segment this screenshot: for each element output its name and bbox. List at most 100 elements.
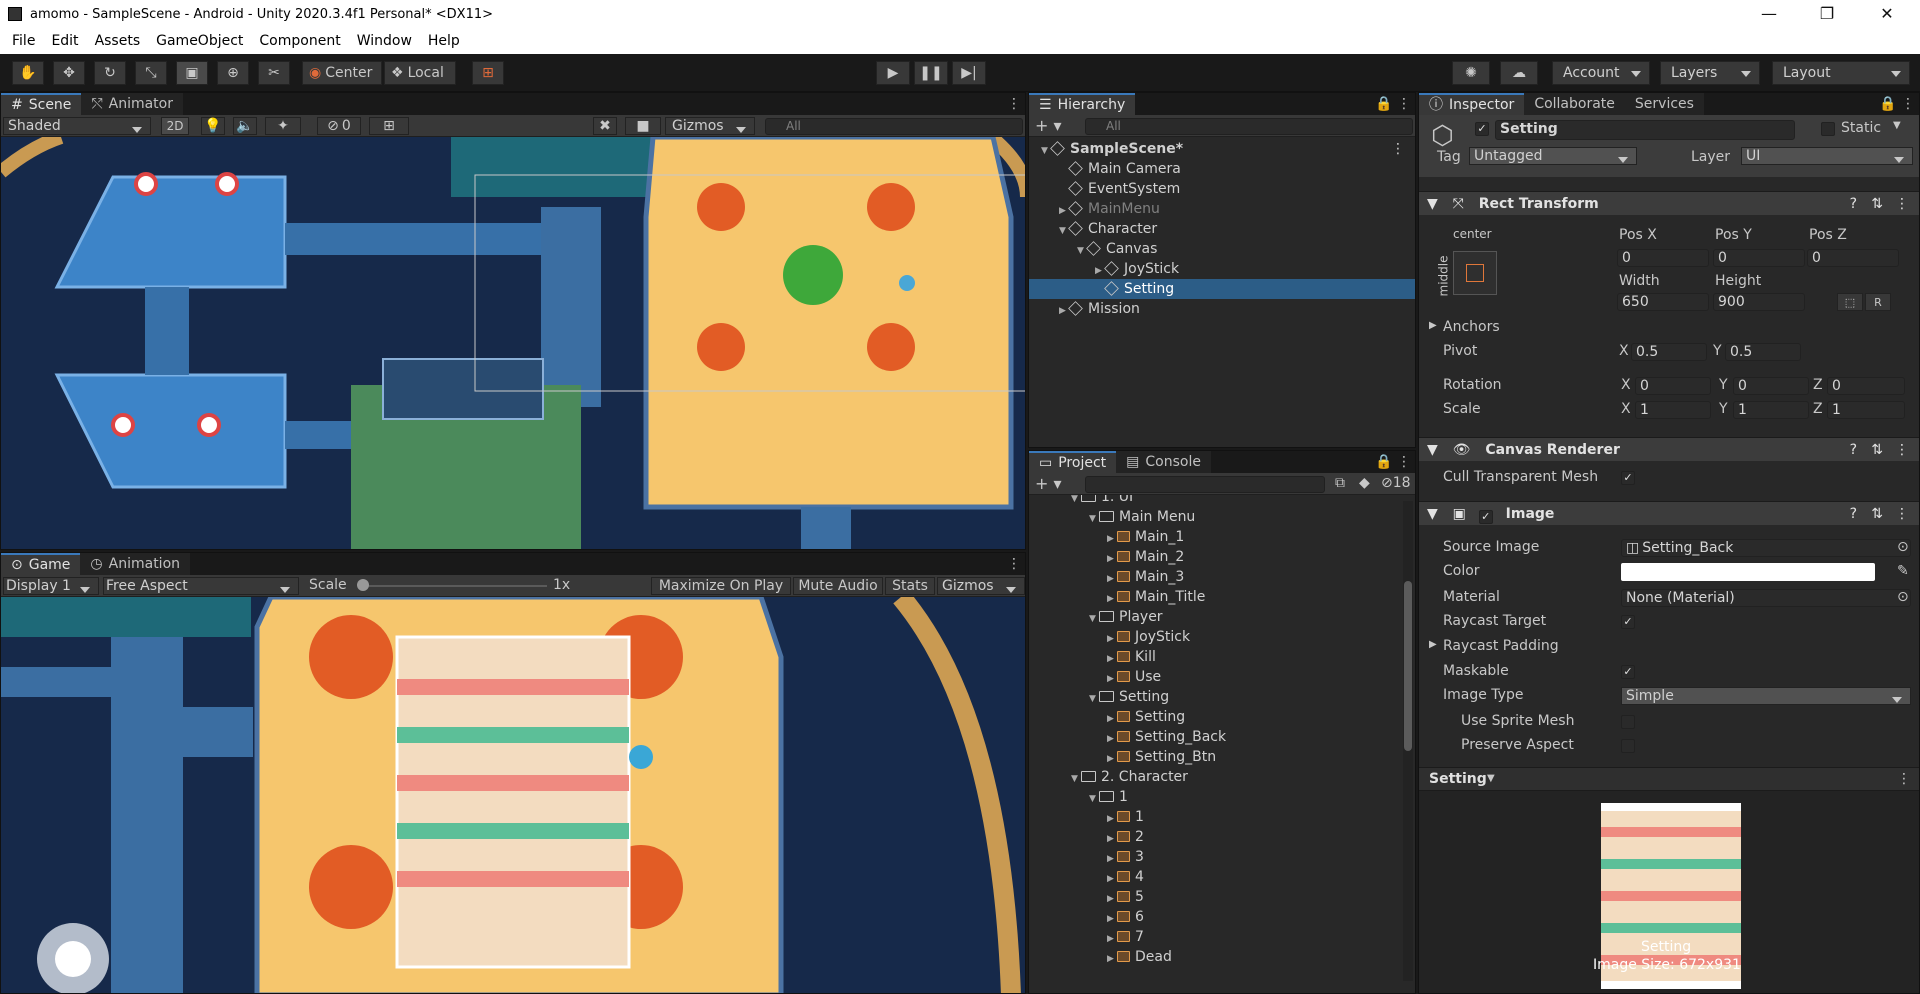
hierarchy-search-input[interactable]: All (1085, 118, 1413, 135)
step-button[interactable]: ▶| (952, 61, 986, 85)
material-field[interactable]: None (Material) (1621, 589, 1911, 607)
material-picker-icon[interactable]: ⊙ (1897, 589, 1909, 605)
scale-tool-icon[interactable]: ⤡ (135, 61, 167, 85)
hand-tool-icon[interactable]: ✋ (12, 61, 44, 85)
hierarchy-item[interactable]: Main Camera (1029, 159, 1415, 179)
pivot-y-field[interactable]: 0.5 (1725, 343, 1801, 361)
project-asset-item[interactable]: ▶ Use (1029, 667, 1401, 687)
hierarchy-menu-icon[interactable]: ⋮ (1397, 96, 1411, 112)
menu-file[interactable]: File (4, 33, 43, 49)
stats-toggle[interactable]: Stats (885, 577, 935, 595)
blueprint-mode-button[interactable]: ⬚ (1837, 293, 1863, 311)
menu-component[interactable]: Component (251, 33, 348, 49)
effects-icon[interactable]: ✦ (265, 117, 301, 135)
anchors-foldout-icon[interactable]: ▶ (1429, 320, 1437, 331)
project-asset-item[interactable]: ▶ Main_3 (1029, 567, 1401, 587)
presets-icon[interactable]: ⇅ (1871, 502, 1883, 526)
project-asset-item[interactable]: ▶ Setting (1029, 707, 1401, 727)
scale-slider-handle[interactable] (357, 579, 369, 591)
foldout-arrow-icon[interactable]: ▶ (1107, 929, 1117, 949)
hidden-packages-icon[interactable]: ⊘18 (1381, 475, 1411, 491)
raycast-padding-foldout-icon[interactable]: ▶ (1429, 639, 1437, 650)
menu-edit[interactable]: Edit (43, 33, 86, 49)
foldout-arrow-icon[interactable]: ▶ (1107, 549, 1117, 569)
presets-icon[interactable]: ⇅ (1871, 438, 1883, 462)
canvas-renderer-header[interactable]: ▼ 👁 Canvas Renderer ? ⇅ ⋮ (1419, 437, 1919, 461)
pivot-center-button[interactable]: ◉ Center (302, 61, 382, 85)
project-asset-item[interactable]: ▶ Main_1 (1029, 527, 1401, 547)
rotate-tool-icon[interactable]: ↻ (94, 61, 126, 85)
cloud-icon[interactable]: ☁ (1500, 61, 1538, 85)
foldout-arrow-icon[interactable]: ▶ (1107, 649, 1117, 669)
project-asset-item[interactable]: ▶ 5 (1029, 887, 1401, 907)
pos-x-field[interactable]: 0 (1617, 249, 1709, 267)
project-lock-icon[interactable]: 🔒 (1375, 454, 1392, 470)
preview-menu-icon[interactable]: ⋮ (1897, 771, 1911, 787)
services-icon[interactable]: ✺ (1452, 61, 1490, 85)
tab-project[interactable]: ▭ Project (1029, 451, 1117, 473)
foldout-arrow-icon[interactable]: ▼ (1089, 689, 1099, 709)
tab-inspector[interactable]: ⓘ Inspector (1419, 93, 1525, 115)
preserve-aspect-checkbox[interactable] (1621, 739, 1635, 753)
image-enabled-checkbox[interactable]: ✓ (1478, 510, 1493, 524)
foldout-arrow-icon[interactable]: ▶ (1059, 301, 1069, 321)
component-menu-icon[interactable]: ⋮ (1895, 438, 1909, 462)
project-folder-item[interactable]: ▼ 1. UI (1029, 495, 1401, 507)
hierarchy-item[interactable]: ▼ Character (1029, 219, 1415, 239)
tab-scene[interactable]: # Scene (1, 93, 82, 115)
project-folder-item[interactable]: ▼ Setting (1029, 687, 1401, 707)
scene-gizmos-dropdown[interactable]: Gizmos (665, 117, 755, 135)
foldout-arrow-icon[interactable]: ▶ (1107, 829, 1117, 849)
aspect-dropdown[interactable]: Free Aspect (103, 577, 299, 595)
foldout-arrow-icon[interactable]: ▶ (1107, 909, 1117, 929)
eyedropper-icon[interactable]: ✎ (1897, 563, 1909, 579)
foldout-arrow-icon[interactable]: ▶ (1095, 261, 1105, 281)
project-asset-item[interactable]: ▶ 7 (1029, 927, 1401, 947)
foldout-arrow-icon[interactable]: ▼ (1089, 609, 1099, 629)
object-name-field[interactable]: Setting (1495, 120, 1795, 140)
static-dropdown-icon[interactable]: ▼ (1893, 120, 1901, 131)
project-add-button[interactable]: + ▾ (1035, 474, 1062, 493)
close-button[interactable]: ✕ (1858, 0, 1916, 28)
project-search-input[interactable] (1085, 476, 1325, 493)
pause-button[interactable]: ❚❚ (914, 61, 948, 85)
foldout-arrow-icon[interactable]: ▼ (1071, 769, 1081, 789)
foldout-arrow-icon[interactable]: ▶ (1059, 201, 1069, 221)
raw-edit-button[interactable]: R (1865, 293, 1891, 311)
game-viewport[interactable] (1, 597, 1025, 993)
minimize-button[interactable]: — (1740, 0, 1798, 28)
object-picker-icon[interactable]: ⊙ (1897, 539, 1909, 555)
project-asset-item[interactable]: ▶ 2 (1029, 827, 1401, 847)
pos-y-field[interactable]: 0 (1713, 249, 1805, 267)
scale-y-field[interactable]: 1 (1733, 401, 1809, 419)
preview-header[interactable]: Setting ▼ ⋮ (1419, 767, 1919, 791)
foldout-arrow-icon[interactable]: ▶ (1107, 849, 1117, 869)
account-dropdown[interactable]: Account (1552, 61, 1650, 85)
help-icon[interactable]: ? (1850, 502, 1857, 526)
game-gizmos-dropdown[interactable]: Gizmos (937, 577, 1025, 595)
project-asset-item[interactable]: ▶ 1 (1029, 807, 1401, 827)
hierarchy-item[interactable]: EventSystem (1029, 179, 1415, 199)
hierarchy-item[interactable]: Setting (1029, 279, 1415, 299)
play-button[interactable]: ▶ (876, 61, 910, 85)
foldout-arrow-icon[interactable]: ▼ (1089, 509, 1099, 529)
foldout-arrow-icon[interactable]: ▶ (1107, 589, 1117, 609)
scale-slider-track[interactable] (361, 585, 547, 587)
custom-tool-icon[interactable]: ✂ (258, 61, 290, 85)
rotation-x-field[interactable]: 0 (1635, 377, 1711, 395)
foldout-arrow-icon[interactable]: ▶ (1107, 809, 1117, 829)
project-asset-item[interactable]: ▶ Dead (1029, 947, 1401, 967)
pivot-local-button[interactable]: ❖ Local (384, 61, 456, 85)
height-field[interactable]: 900 (1713, 293, 1805, 311)
layer-dropdown[interactable]: UI (1741, 147, 1913, 165)
use-sprite-mesh-checkbox[interactable] (1621, 715, 1635, 729)
foldout-arrow-icon[interactable]: ▶ (1107, 749, 1117, 769)
hierarchy-item[interactable]: ▶ Mission (1029, 299, 1415, 319)
scene-viewport[interactable] (1, 137, 1025, 549)
hierarchy-item[interactable]: ▼ Canvas (1029, 239, 1415, 259)
project-asset-item[interactable]: ▶ Setting_Btn (1029, 747, 1401, 767)
camera-icon[interactable]: ■ (625, 117, 661, 135)
maximize-on-play-toggle[interactable]: Maximize On Play (651, 577, 791, 595)
menu-window[interactable]: Window (349, 33, 420, 49)
project-folder-item[interactable]: ▼ Main Menu (1029, 507, 1401, 527)
